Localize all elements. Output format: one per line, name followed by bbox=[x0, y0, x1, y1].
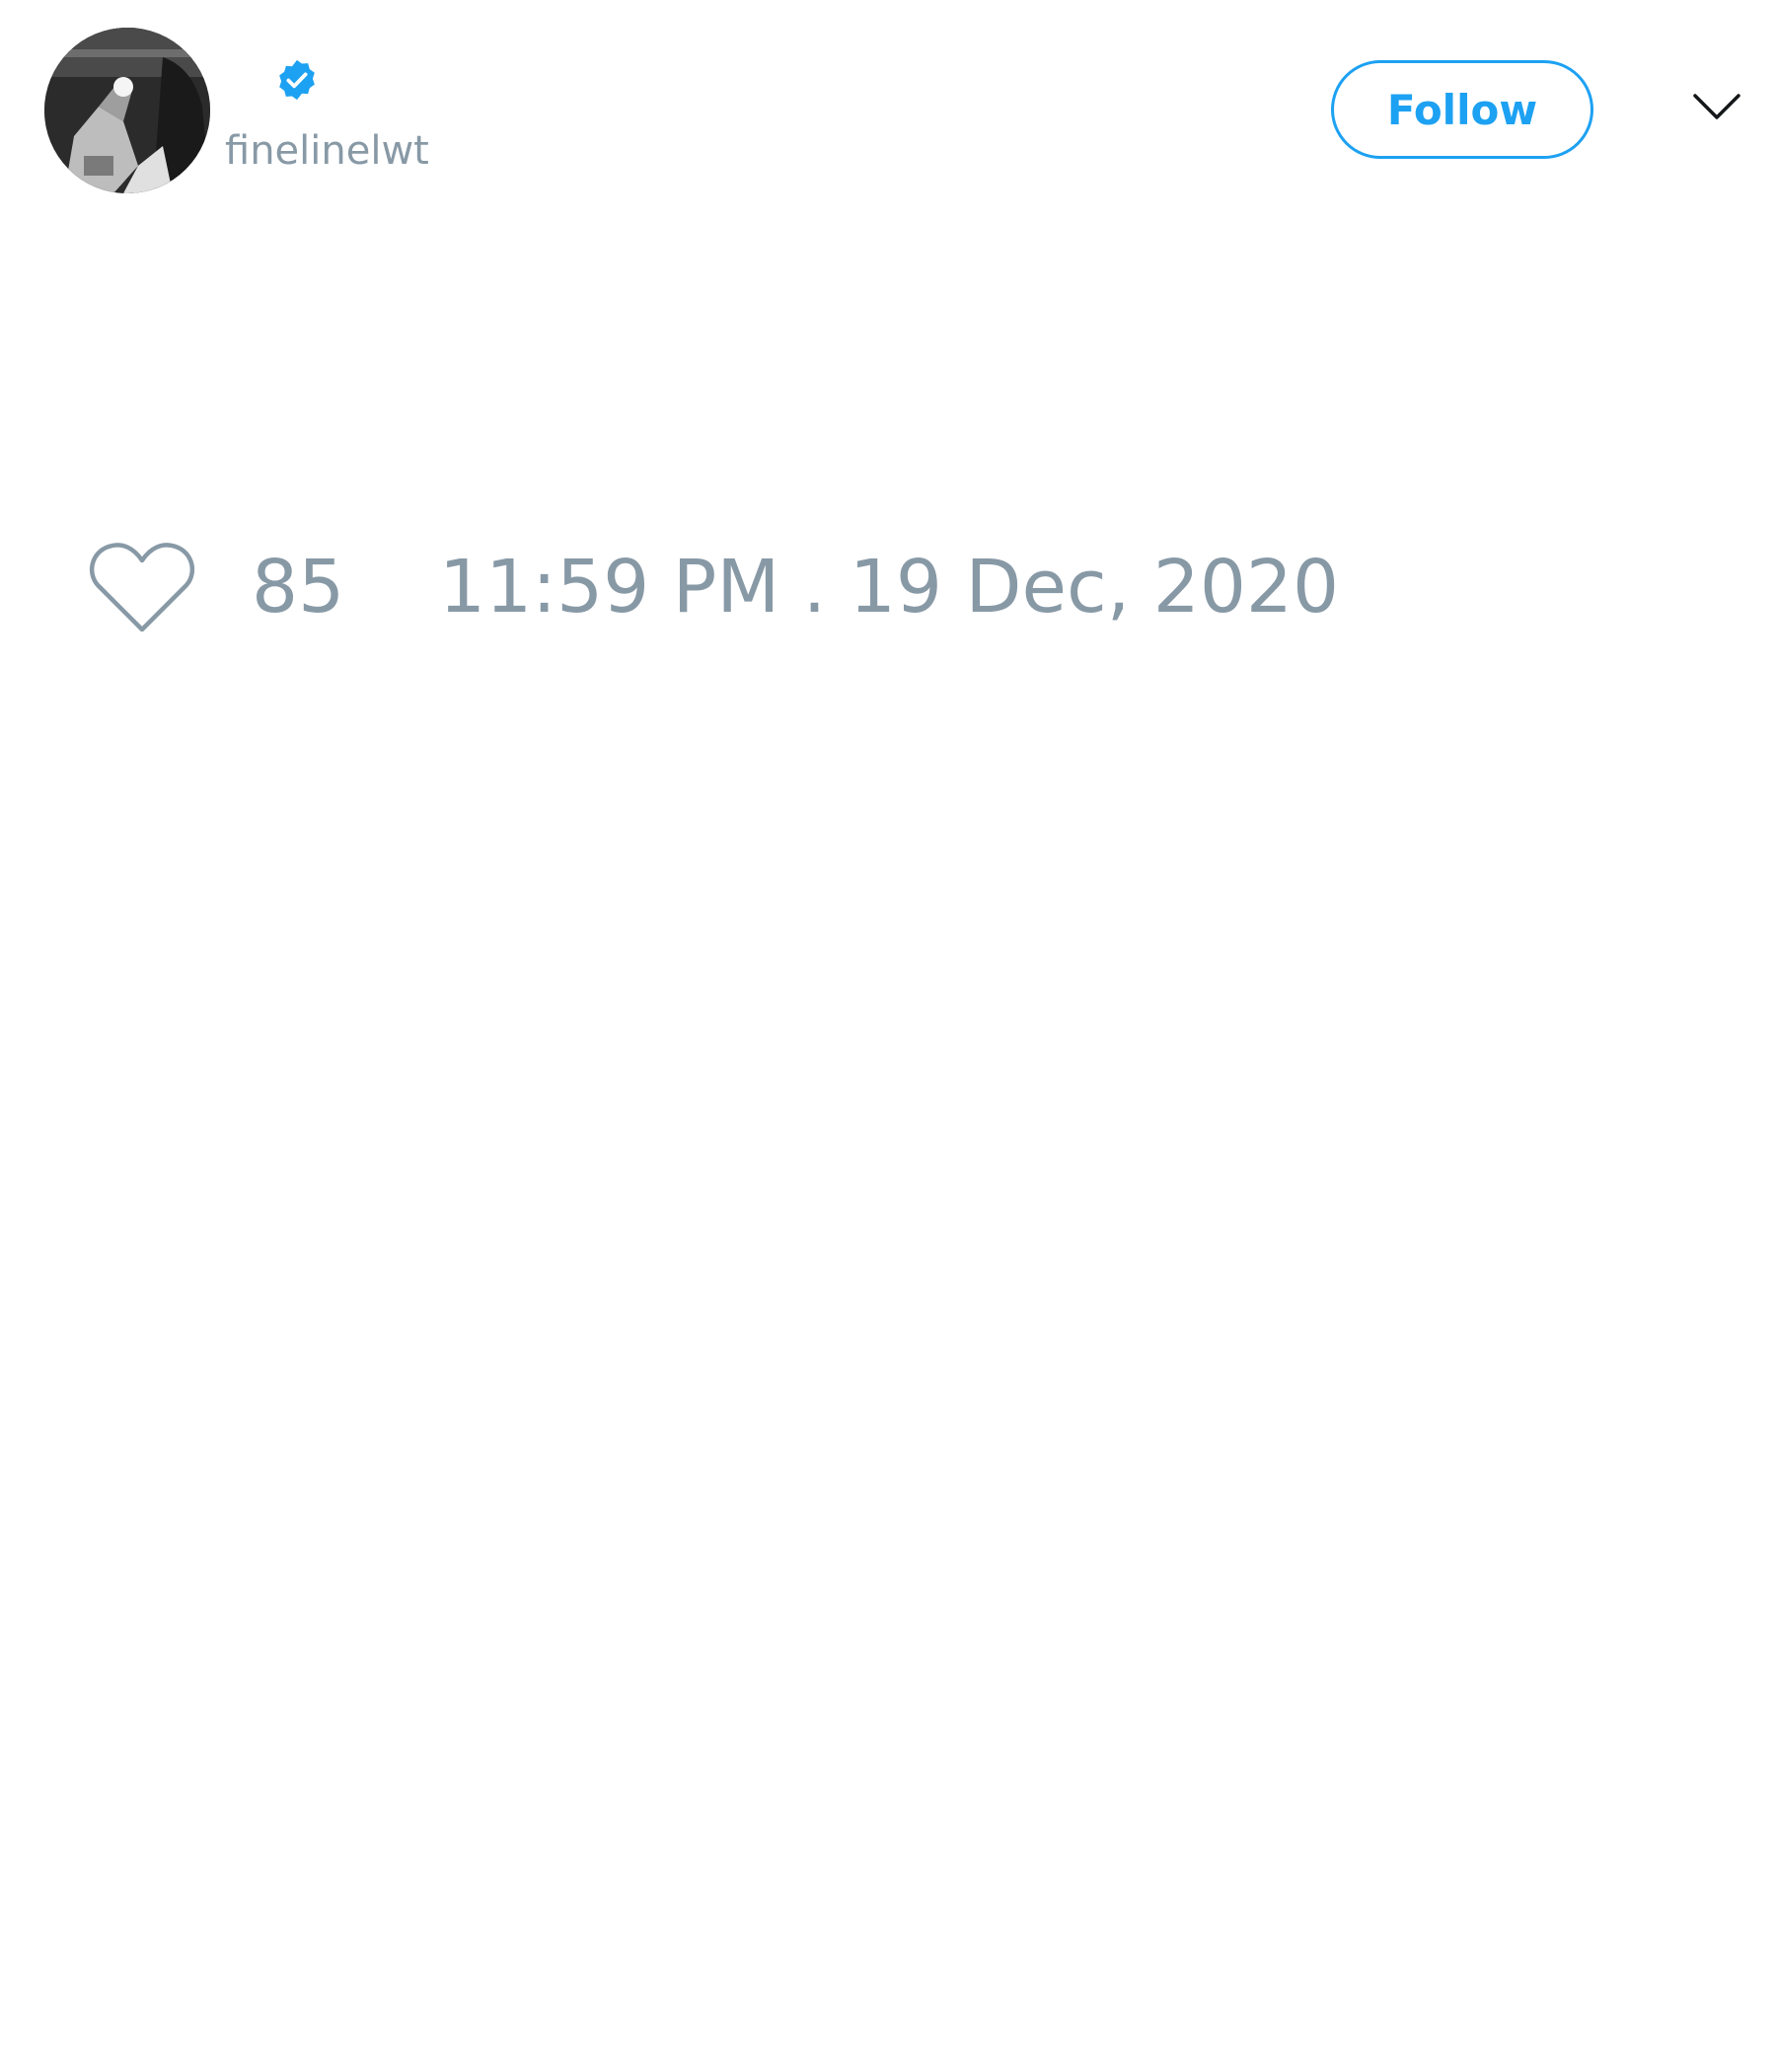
avatar[interactable] bbox=[44, 28, 210, 193]
like-count: 85 bbox=[252, 545, 345, 629]
author-handle[interactable]: finelinelwt bbox=[225, 124, 429, 178]
follow-button[interactable]: Follow bbox=[1331, 60, 1593, 159]
tweet-timestamp[interactable]: 11:59 PM . 19 Dec, 2020 bbox=[439, 543, 1339, 631]
chevron-down-icon[interactable] bbox=[1692, 91, 1741, 122]
verified-badge-icon bbox=[279, 59, 315, 101]
heart-icon[interactable] bbox=[89, 541, 195, 635]
profile-photo bbox=[44, 28, 210, 193]
